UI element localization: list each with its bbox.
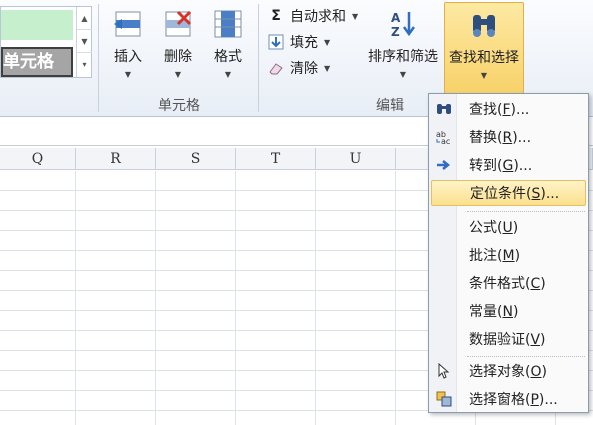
replace-icon: ab ac xyxy=(431,124,457,150)
menu-separator xyxy=(467,356,585,357)
sort-filter-button[interactable]: A Z 排序和筛选 ▼ xyxy=(364,8,442,79)
binoculars-icon xyxy=(431,96,457,122)
arrow-right-icon xyxy=(431,152,457,178)
selection-pane-icon xyxy=(431,386,457,412)
sort-az-icon: A Z xyxy=(391,11,416,39)
menu-item-goto[interactable]: 转到(G)... xyxy=(431,152,586,178)
menu-item-constants[interactable]: 常量(N) xyxy=(431,298,586,324)
menu-item-data-validation[interactable]: 数据验证(V) xyxy=(431,326,586,352)
insert-icon xyxy=(114,11,141,37)
sigma-icon: Σ xyxy=(271,8,281,24)
chevron-down-icon: ▼ xyxy=(224,70,232,79)
insert-button[interactable]: 插入 ▼ xyxy=(108,8,148,79)
cells-group-label: 单元格 xyxy=(158,98,200,114)
menu-item-replace[interactable]: ab ac 替换(R)... xyxy=(431,124,586,150)
chevron-down-icon: ▼ xyxy=(324,37,331,47)
menu-item-label: 条件格式(C) xyxy=(469,276,546,292)
autosum-button[interactable]: Σ 自动求和 ▼ xyxy=(268,5,358,27)
sort-filter-label: 排序和筛选 xyxy=(368,49,438,65)
menu-item-label: 选择对象(O) xyxy=(469,364,547,380)
gallery-scroll: ▲ ▼ ▾ xyxy=(76,7,92,77)
menu-item-icon-slot xyxy=(431,214,457,240)
svg-text:ac: ac xyxy=(441,137,450,145)
menu-item-icon-slot xyxy=(431,242,457,268)
menu-item-icon-slot xyxy=(432,180,458,206)
autosum-label: 自动求和 xyxy=(290,9,346,25)
menu-item-label: 选择窗格(P)... xyxy=(469,392,558,408)
column-header[interactable]: R xyxy=(76,148,156,170)
editing-group-label: 编辑 xyxy=(376,98,404,114)
svg-text:A: A xyxy=(391,11,401,25)
chevron-down-icon: ▼ xyxy=(352,11,359,21)
menu-item-label: 定位条件(S)... xyxy=(470,186,560,202)
menu-item-comments[interactable]: 批注(M) xyxy=(431,242,586,268)
binoculars-icon xyxy=(473,15,495,37)
menu-item-label: 常量(N) xyxy=(469,304,519,320)
menu-item-label: 查找(F)... xyxy=(469,102,530,118)
column-header[interactable]: T xyxy=(236,148,316,170)
eraser-icon xyxy=(268,60,284,76)
find-select-menu: 查找(F)... ab ac 替换(R)... 转到(G)... 定位条件(S).… xyxy=(428,93,589,413)
menu-item-selection-pane[interactable]: 选择窗格(P)... xyxy=(431,386,586,412)
gallery-more-button[interactable]: ▾ xyxy=(77,53,92,76)
menu-item-conditional-formatting[interactable]: 条件格式(C) xyxy=(431,270,586,296)
clear-label: 清除 xyxy=(290,61,318,77)
delete-icon xyxy=(165,10,192,37)
menu-item-find[interactable]: 查找(F)... xyxy=(431,96,586,122)
style-good-swatch[interactable] xyxy=(1,10,73,40)
menu-item-goto-special[interactable]: 定位条件(S)... xyxy=(431,180,586,206)
gallery-up-button[interactable]: ▲ xyxy=(77,7,92,30)
find-select-button[interactable]: 查找和选择 ▼ xyxy=(444,2,524,94)
chevron-down-icon: ▼ xyxy=(174,70,182,79)
delete-label: 删除 xyxy=(164,49,192,65)
find-select-label: 查找和选择 xyxy=(449,50,519,66)
column-header[interactable]: U xyxy=(316,148,396,170)
chevron-down-icon: ▼ xyxy=(324,63,331,73)
format-icon xyxy=(214,10,242,38)
group-separator xyxy=(258,4,259,112)
column-header[interactable]: Q xyxy=(0,148,76,170)
menu-item-select-objects[interactable]: 选择对象(O) xyxy=(431,358,586,384)
chevron-down-icon: ▼ xyxy=(399,70,407,79)
format-label: 格式 xyxy=(214,49,242,65)
chevron-down-icon: ▼ xyxy=(124,70,132,79)
menu-item-icon-slot xyxy=(431,298,457,324)
menu-item-label: 公式(U) xyxy=(469,220,519,236)
menu-item-label: 替换(R)... xyxy=(469,130,532,146)
menu-item-icon-slot xyxy=(431,270,457,296)
svg-text:Z: Z xyxy=(391,25,400,39)
menu-item-label: 批注(M) xyxy=(469,248,521,264)
menu-item-icon-slot xyxy=(431,326,457,352)
find-select-inner: 查找和选择 ▼ xyxy=(445,9,523,80)
delete-button[interactable]: 删除 ▼ xyxy=(158,8,198,79)
fill-label: 填充 xyxy=(290,35,318,51)
format-button[interactable]: 格式 ▼ xyxy=(208,8,248,79)
style-check-cell-swatch[interactable]: 单元格 xyxy=(1,47,73,77)
menu-item-label: 数据验证(V) xyxy=(469,332,546,348)
chevron-down-icon: ▼ xyxy=(480,71,488,80)
column-header[interactable]: S xyxy=(156,148,236,170)
clear-button[interactable]: 清除 ▼ xyxy=(268,57,330,79)
group-separator xyxy=(98,4,99,112)
insert-label: 插入 xyxy=(114,49,142,65)
menu-separator xyxy=(467,211,585,212)
fill-down-icon xyxy=(268,34,284,50)
menu-item-label: 转到(G)... xyxy=(469,158,533,174)
cursor-icon xyxy=(431,358,457,384)
fill-button[interactable]: 填充 ▼ xyxy=(268,31,330,53)
menu-item-formulas[interactable]: 公式(U) xyxy=(431,214,586,240)
gallery-down-button[interactable]: ▼ xyxy=(77,30,92,53)
cell-styles-gallery: 单元格 ▲ ▼ ▾ xyxy=(0,6,92,78)
